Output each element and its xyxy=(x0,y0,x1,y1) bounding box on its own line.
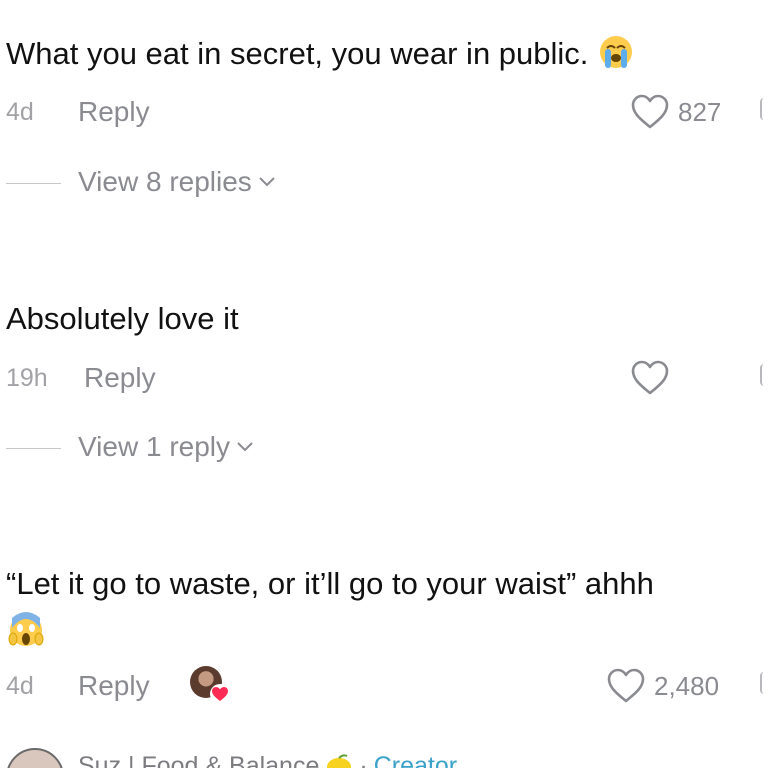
view-replies-button[interactable]: View 8 replies xyxy=(78,166,276,198)
loudly-crying-face-icon xyxy=(600,36,633,68)
divider-line xyxy=(6,448,61,449)
creator-badge: Creator xyxy=(373,752,458,768)
comment-time: 4d xyxy=(6,672,34,700)
edge-indicator xyxy=(760,364,768,386)
like-button[interactable] xyxy=(630,358,678,398)
view-replies-row: View 8 replies xyxy=(0,166,400,202)
separator: · xyxy=(359,752,368,768)
comment-meta: 4d Reply 2,480 xyxy=(0,666,768,706)
comment-time: 4d xyxy=(6,98,34,126)
comment-meta: 4d Reply 827 xyxy=(0,92,768,132)
edge-indicator xyxy=(760,98,768,120)
face-screaming-in-fear-icon xyxy=(8,612,44,646)
heart-outline-icon xyxy=(631,360,669,395)
comment-meta: 19h Reply xyxy=(0,358,768,398)
like-count: 2,480 xyxy=(654,670,720,701)
author-line: Suz | Food & Balance · Creator xyxy=(78,752,457,768)
divider-line xyxy=(6,183,61,184)
comment-body: “Let it go to waste, or it’ll go to your… xyxy=(6,566,654,601)
reply-preview: Suz | Food & Balance · Creator xyxy=(0,746,768,768)
comment-text: What you eat in secret, you wear in publ… xyxy=(6,34,634,73)
comment-emoji-line xyxy=(8,612,44,651)
edge-indicator xyxy=(760,672,768,694)
comment-body: Absolutely love it xyxy=(6,301,239,336)
like-count: 827 xyxy=(678,96,722,127)
heart-outline-icon xyxy=(631,94,669,129)
view-replies-label: View 8 replies xyxy=(78,166,252,197)
view-replies-label: View 1 reply xyxy=(78,431,231,462)
heart-filled-icon xyxy=(210,684,230,704)
like-button[interactable]: 2,480 xyxy=(606,666,719,706)
reply-button[interactable]: Reply xyxy=(78,670,150,702)
comment-text: Absolutely love it xyxy=(6,300,239,338)
lemon-icon xyxy=(327,754,352,768)
author-avatar[interactable] xyxy=(6,748,64,768)
chevron-down-icon xyxy=(237,442,253,452)
author-name[interactable]: Suz | Food & Balance xyxy=(78,752,319,768)
comment-time: 19h xyxy=(6,364,48,392)
comment-body: What you eat in secret, you wear in publ… xyxy=(6,36,589,71)
like-button[interactable]: 827 xyxy=(630,92,721,132)
chevron-down-icon xyxy=(259,177,275,187)
comments-panel: What you eat in secret, you wear in publ… xyxy=(0,0,768,768)
creator-liked-badge xyxy=(190,666,230,704)
reply-button[interactable]: Reply xyxy=(78,96,150,128)
heart-outline-icon xyxy=(607,668,645,703)
view-replies-button[interactable]: View 1 reply xyxy=(78,431,254,463)
reply-button[interactable]: Reply xyxy=(84,362,156,394)
comment-text: “Let it go to waste, or it’ll go to your… xyxy=(6,565,654,603)
view-replies-row: View 1 reply xyxy=(0,431,400,467)
